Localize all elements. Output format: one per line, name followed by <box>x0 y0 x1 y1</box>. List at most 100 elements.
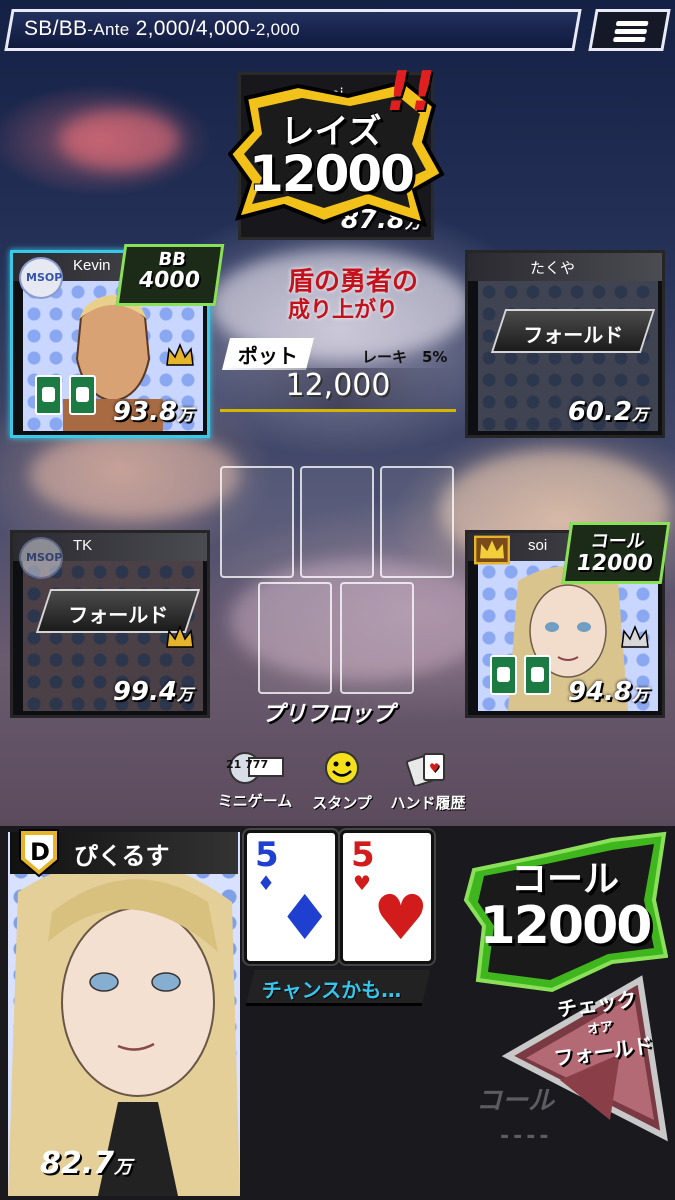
stack-value: 60.2 <box>567 397 632 427</box>
dealer-button-icon: D <box>19 829 59 878</box>
bet-tag-call: コール 12000 <box>561 522 671 584</box>
seat-name: たくや <box>530 260 576 277</box>
hole-cards-back <box>490 655 556 697</box>
player-portrait <box>8 859 240 1196</box>
card-suit-small: ♥ <box>353 871 371 895</box>
call-amount: 12000 <box>479 896 653 956</box>
card-back <box>69 375 96 415</box>
call-any-button[interactable]: コール <box>476 1080 554 1117</box>
card-back <box>490 655 517 695</box>
ante-label: -Ante <box>87 20 130 39</box>
call-button-label: コール 12000 <box>474 850 656 956</box>
crown-icon <box>165 625 195 649</box>
msop-logo: MSOP <box>19 537 63 579</box>
community-card-slot <box>220 466 294 578</box>
bet-label: コール <box>589 531 647 552</box>
seat-left-bottom[interactable]: MSOP TK フォールド 99.4万 <box>10 530 210 718</box>
player-avatar <box>8 832 240 1196</box>
call-label: コール <box>510 859 619 900</box>
mini-game-label: ミニゲーム <box>217 792 293 810</box>
exclaim-marks: !! <box>386 60 436 123</box>
hole-card: 5 ♥ ♥ <box>340 830 434 964</box>
table-logo-line1: 盾の勇者の <box>288 267 419 297</box>
card-suit-large: ♥ <box>373 881 429 954</box>
hole-card: 5 ♦ ♦ <box>244 830 338 964</box>
community-card-slot <box>380 466 454 578</box>
hole-cards-back <box>35 375 101 417</box>
stamp-button[interactable]: スタンプ <box>306 750 378 813</box>
logo-text: MSOP <box>26 271 63 284</box>
stack-value: 99.4 <box>112 677 177 707</box>
pot-value: 12,000 <box>220 368 456 412</box>
stack-unit: 万 <box>176 685 193 704</box>
seat-name: TK <box>73 537 93 554</box>
stack-value: 93.8 <box>112 397 177 427</box>
hamburger-line <box>614 29 648 34</box>
fold-label: フォールド <box>68 603 169 627</box>
blinds-info: SB/BB-Ante 2,000/4,000-2,000 <box>24 17 300 41</box>
stamp-label: スタンプ <box>312 794 372 812</box>
cards-icon: ♥ <box>405 753 445 787</box>
pot-label-box: ポット <box>222 338 314 370</box>
table-logo-line2: 成り上がり <box>288 297 399 323</box>
card-rank: 5 <box>255 835 279 875</box>
crown-icon <box>165 343 195 367</box>
msop-logo: MSOP <box>19 257 63 299</box>
hamburger-menu-button[interactable] <box>588 9 671 51</box>
player-stack: 82.7万 <box>40 1146 132 1181</box>
rake-label: レーキ 5% <box>362 348 448 366</box>
raise-amount: 12000 <box>249 145 415 203</box>
seat-right-top[interactable]: たくや フォールド 60.2万 <box>465 250 665 438</box>
hamburger-line <box>615 21 649 26</box>
community-card-slot <box>300 466 374 578</box>
dealer-letter: D <box>30 838 50 866</box>
mini-game-button[interactable]: 21 777 ミニゲーム <box>212 750 298 811</box>
smiley-icon <box>325 751 359 785</box>
seat-stack: 99.4万 <box>113 677 193 707</box>
bet-tag-bb: BB 4000 <box>115 244 225 306</box>
bet-amount: 4000 <box>136 268 202 293</box>
card-suit-large: ♦ <box>277 881 333 954</box>
stack-unit: 万 <box>114 1157 133 1178</box>
blinds-prefix: SB/BB <box>24 17 88 40</box>
fold-banner: フォールド <box>490 309 656 353</box>
pot-label: ポット <box>237 344 298 368</box>
seat-name: soi <box>528 537 548 554</box>
stack-value: 94.8 <box>567 677 632 707</box>
silver-crown-icon <box>620 625 650 649</box>
hand-history-label: ハンド履歴 <box>390 794 466 812</box>
stack-value: 82.7 <box>40 1146 115 1181</box>
stack-unit: 万 <box>176 405 193 424</box>
hand-history-button[interactable]: ♥ ハンド履歴 <box>386 750 470 813</box>
call-any-amount: ---- <box>500 1124 553 1149</box>
bet-amount: 12000 <box>574 551 655 576</box>
blinds-values: 2,000/4,000 <box>129 17 250 40</box>
svg-text:♥: ♥ <box>429 761 440 775</box>
table-logo: 盾の勇者の 成り上がり <box>288 268 458 324</box>
card-rank: 5 <box>351 835 375 875</box>
seat-name: Kevin <box>73 257 111 274</box>
seat-stack: 93.8万 <box>113 397 193 427</box>
player-name: ぴくるす <box>74 842 170 870</box>
mini-game-badge: 21 777 <box>226 758 269 771</box>
card-suit-small: ♦ <box>257 871 275 895</box>
cloud <box>30 430 240 520</box>
gold-crown-icon <box>474 535 510 565</box>
stack-unit: 万 <box>631 405 648 424</box>
card-back <box>35 375 62 415</box>
hamburger-line <box>612 37 646 42</box>
bet-label: BB <box>156 249 188 270</box>
community-card-slot <box>258 582 332 694</box>
seat-stack: 60.2万 <box>568 397 648 427</box>
logo-text: MSOP <box>26 551 63 564</box>
card-back <box>524 655 551 695</box>
hand-hint-text: チャンスかも… <box>261 978 402 1002</box>
cloud <box>60 110 180 170</box>
hand-hint-banner: チャンスかも… <box>245 970 431 1006</box>
street-label: プリフロップ <box>262 702 395 727</box>
seat-stack: 94.8万 <box>568 677 648 707</box>
fold-label: フォールド <box>523 323 624 347</box>
community-card-slot <box>340 582 414 694</box>
stack-unit: 万 <box>631 685 648 704</box>
ante-value: -2,000 <box>249 20 300 39</box>
